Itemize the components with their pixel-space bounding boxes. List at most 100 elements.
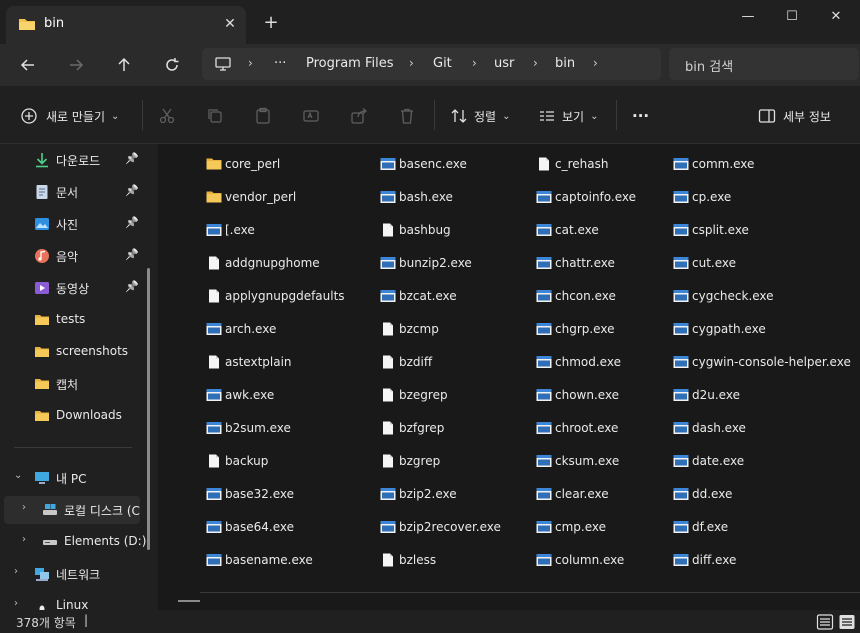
details-view-icon[interactable] [816,613,834,631]
file-item[interactable]: bzip2recover.exe [380,516,501,538]
file-item[interactable]: dash.exe [673,417,746,439]
new-tab-button[interactable]: + [260,12,282,34]
tab-bin[interactable]: bin ✕ [6,6,246,44]
refresh-button[interactable] [158,51,186,79]
file-item[interactable]: bunzip2.exe [380,252,472,274]
back-button[interactable] [14,51,42,79]
maximize-button[interactable]: ☐ [772,4,812,30]
file-item[interactable]: [.exe [206,219,255,241]
file-item[interactable]: bzgrep [380,450,440,472]
search-box[interactable]: bin 검색 [669,48,859,80]
file-item[interactable]: vendor_perl [206,186,296,208]
file-item[interactable]: date.exe [673,450,744,472]
rename-button[interactable] [302,104,320,128]
file-item[interactable]: applygnupgdefaults [206,285,345,307]
chevron-right-icon[interactable]: › [248,56,253,70]
tiles-view-icon[interactable] [838,613,856,631]
file-item[interactable]: bash.exe [380,186,453,208]
sidebar-item-음악[interactable]: 음악 📌 [0,242,158,270]
breadcrumb-git[interactable]: Git [433,56,452,71]
breadcrumb-program-files[interactable]: Program Files [306,56,394,71]
minimize-button[interactable]: — [728,4,768,30]
sidebar-item-동영상[interactable]: 동영상 📌 [0,274,158,302]
file-item[interactable]: column.exe [536,549,624,571]
share-button[interactable] [350,104,368,128]
file-item[interactable]: astextplain [206,351,292,373]
paste-button[interactable] [254,104,272,128]
chevron-right-icon[interactable]: › [593,56,598,70]
close-window-button[interactable]: ✕ [816,4,856,30]
file-item[interactable]: dd.exe [673,483,732,505]
file-item[interactable]: bzegrep [380,384,448,406]
file-item[interactable]: df.exe [673,516,728,538]
breadcrumb-bin[interactable]: bin [555,56,575,71]
chevron-right-icon[interactable]: › [22,502,26,513]
more-options-button[interactable]: ··· [632,104,649,128]
sort-button[interactable]: 정렬 ⌄ [450,104,510,128]
file-item[interactable]: core_perl [206,153,280,175]
file-item[interactable]: cksum.exe [536,450,619,472]
file-item[interactable]: chroot.exe [536,417,618,439]
address-bar[interactable]: › ··· Program Files › Git › usr › bin › [202,48,661,80]
file-item[interactable]: cp.exe [673,186,731,208]
details-pane-button[interactable]: 세부 정보 [758,104,831,128]
file-item[interactable]: captoinfo.exe [536,186,636,208]
sidebar-item-tests[interactable]: tests [0,306,158,334]
file-item[interactable]: cygpath.exe [673,318,766,340]
file-item[interactable]: addgnupghome [206,252,320,274]
cut-button[interactable] [158,104,176,128]
new-button[interactable]: 새로 만들기 ⌄ [20,104,119,128]
file-item[interactable]: c_rehash [536,153,608,175]
file-item[interactable]: bzcmp [380,318,439,340]
sidebar-item-문서[interactable]: 문서 📌 [0,178,158,206]
chevron-right-icon[interactable]: › [14,566,18,577]
horizontal-scrollbar[interactable] [178,600,200,602]
file-item[interactable]: base32.exe [206,483,294,505]
file-item[interactable]: comm.exe [673,153,754,175]
file-item[interactable]: basenc.exe [380,153,467,175]
tab-close-button[interactable]: ✕ [220,14,240,34]
up-button[interactable] [110,51,138,79]
chevron-right-icon[interactable]: › [14,598,18,609]
search-input[interactable]: bin 검색 [685,56,733,75]
sidebar-scrollbar[interactable] [147,268,150,550]
sidebar-item-network[interactable]: › 네트워크 [0,560,158,588]
file-item[interactable]: chcon.exe [536,285,616,307]
file-item[interactable]: d2u.exe [673,384,740,406]
sidebar-item-elements-drive[interactable]: › Elements (D:) [0,528,158,556]
breadcrumb-usr[interactable]: usr [494,56,514,71]
file-item[interactable]: arch.exe [206,318,276,340]
copy-button[interactable] [206,104,224,128]
chevron-right-icon[interactable]: › [472,56,477,70]
file-item[interactable]: cut.exe [673,252,736,274]
file-item[interactable]: base64.exe [206,516,294,538]
file-item[interactable]: csplit.exe [673,219,749,241]
file-item[interactable]: diff.exe [673,549,736,571]
sidebar-item-사진[interactable]: 사진 📌 [0,210,158,238]
file-item[interactable]: awk.exe [206,384,274,406]
file-item[interactable]: cmp.exe [536,516,606,538]
forward-button[interactable] [62,51,90,79]
file-item[interactable]: cygwin-console-helper.exe [673,351,851,373]
file-item[interactable]: chown.exe [536,384,619,406]
file-item[interactable]: cat.exe [536,219,599,241]
chevron-right-icon[interactable]: › [409,56,414,70]
sidebar-item-local-disk[interactable]: › 로컬 디스크 (C [4,496,140,524]
file-item[interactable]: chattr.exe [536,252,615,274]
chevron-down-icon[interactable]: ⌄ [14,470,22,481]
delete-button[interactable] [398,104,416,128]
file-item[interactable]: bzdiff [380,351,432,373]
file-item[interactable]: bzcat.exe [380,285,457,307]
chevron-right-icon[interactable]: › [22,534,26,545]
address-overflow[interactable]: ··· [274,56,286,71]
file-item[interactable]: bzfgrep [380,417,444,439]
sidebar-item-this-pc[interactable]: ⌄ 내 PC [0,464,158,492]
file-item[interactable]: chgrp.exe [536,318,614,340]
sidebar-item-linux[interactable]: › Linux [0,592,158,610]
file-item[interactable]: chmod.exe [536,351,621,373]
file-item[interactable]: bashbug [380,219,451,241]
file-item[interactable]: bzless [380,549,436,571]
file-item[interactable]: backup [206,450,268,472]
file-item[interactable]: cygcheck.exe [673,285,774,307]
chevron-right-icon[interactable]: › [533,56,538,70]
